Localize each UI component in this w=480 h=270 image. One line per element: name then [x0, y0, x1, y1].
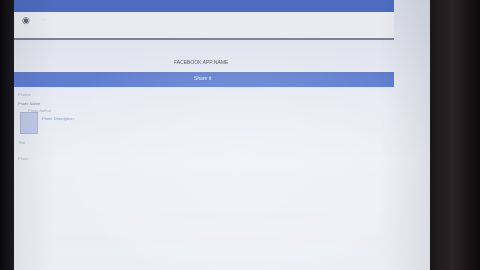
- page-caption: FACEBOOK APP NAME: [174, 60, 229, 66]
- small-text-6: Photo: [18, 156, 29, 161]
- page-body: [14, 170, 430, 270]
- small-text-2: Photo Name: [18, 101, 41, 106]
- right-bezel: [430, 0, 480, 270]
- photo-thumbnail[interactable]: [20, 112, 38, 134]
- photo-frame: ◉ ... FACEBOOK APP NAME Share it Photos …: [0, 0, 480, 270]
- address-divider: [14, 38, 394, 40]
- address-placeholder: ...: [42, 16, 46, 21]
- top-bar: [14, 0, 394, 12]
- small-text-4: Photo Description: [42, 116, 74, 121]
- page-icon: ◉: [22, 15, 30, 25]
- left-bezel: [0, 0, 14, 270]
- share-header-text: Share it: [194, 76, 212, 82]
- small-text-1: Photos: [18, 92, 31, 97]
- address-row[interactable]: ◉ ...: [14, 12, 394, 38]
- screen: ◉ ... FACEBOOK APP NAME Share it Photos …: [14, 0, 430, 270]
- small-text-5: Title: [18, 140, 26, 145]
